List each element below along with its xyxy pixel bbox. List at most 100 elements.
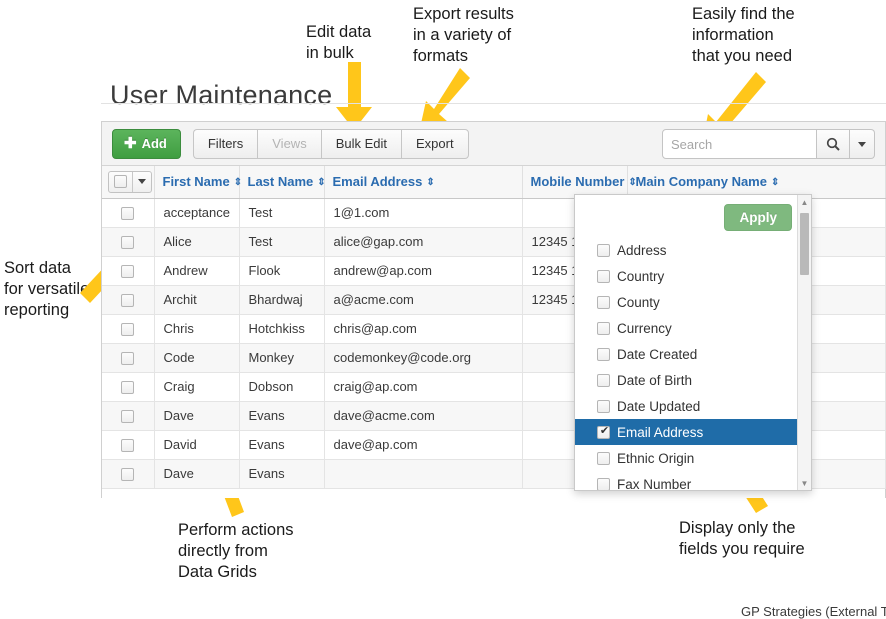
cell-first_name: Alice — [154, 227, 239, 256]
title-divider — [101, 103, 886, 104]
filters-button[interactable]: Filters — [193, 129, 257, 159]
grid-toolbar: ✚ Add Filters Views Bulk Edit Export — [102, 122, 885, 166]
row-select-cell[interactable] — [102, 285, 154, 314]
row-select-cell[interactable] — [102, 430, 154, 459]
column-header-label: Email Address — [333, 174, 423, 189]
cell-last_name: Evans — [239, 430, 324, 459]
row-select-cell[interactable] — [102, 372, 154, 401]
row-select-cell[interactable] — [102, 401, 154, 430]
chevron-down-icon — [138, 179, 146, 184]
row-select-cell[interactable] — [102, 256, 154, 285]
select-all-checkbox[interactable] — [114, 175, 127, 188]
row-checkbox[interactable] — [121, 207, 134, 220]
search-options-button[interactable] — [850, 129, 875, 159]
row-select-cell[interactable] — [102, 459, 154, 488]
cell-last_name: Test — [239, 198, 324, 227]
field-option[interactable]: County — [575, 289, 797, 315]
row-select-cell[interactable] — [102, 314, 154, 343]
sort-icon[interactable]: ⇕ — [771, 178, 779, 188]
row-select-cell[interactable] — [102, 227, 154, 256]
field-checkbox[interactable] — [597, 348, 610, 361]
column-header-label: Main Company Name — [636, 174, 767, 189]
cell-last_name: Test — [239, 227, 324, 256]
export-button[interactable]: Export — [401, 129, 469, 159]
annotation-rows: Perform actions directly from Data Grids — [178, 520, 294, 583]
field-option[interactable]: Fax Number — [575, 471, 797, 490]
sort-icon[interactable]: ⇕ — [234, 178, 242, 188]
field-option[interactable]: Ethnic Origin — [575, 445, 797, 471]
row-checkbox[interactable] — [121, 236, 134, 249]
field-option[interactable]: Date Updated — [575, 393, 797, 419]
field-option[interactable]: Address — [575, 237, 797, 263]
search-group — [662, 129, 875, 159]
column-header-last-name[interactable]: Last Name⇕ — [239, 166, 324, 198]
row-checkbox[interactable] — [121, 439, 134, 452]
chevron-down-icon — [858, 142, 866, 147]
annotation-fields: Display only the fields you require — [679, 518, 805, 560]
field-option-label: County — [617, 295, 660, 310]
scroll-up-icon[interactable]: ▲ — [798, 195, 811, 209]
column-header-first-name[interactable]: First Name⇕ — [154, 166, 239, 198]
search-button[interactable] — [817, 129, 850, 159]
select-all-header — [102, 166, 154, 198]
cell-email: codemonkey@code.org — [324, 343, 522, 372]
scroll-down-icon[interactable]: ▼ — [798, 476, 811, 490]
apply-button[interactable]: Apply — [724, 204, 792, 231]
cell-email: andrew@ap.com — [324, 256, 522, 285]
field-option[interactable]: Country — [575, 263, 797, 289]
search-icon — [826, 137, 840, 151]
field-chooser-scrollbar[interactable]: ▲ ▼ — [797, 195, 811, 490]
search-input[interactable] — [662, 129, 817, 159]
field-option-label: Address — [617, 243, 667, 258]
field-chooser-dropdown: Apply Address Country County CurrencyDate C… — [574, 194, 812, 491]
row-checkbox[interactable] — [121, 294, 134, 307]
cell-first_name: David — [154, 430, 239, 459]
cell-first_name: Archit — [154, 285, 239, 314]
field-option-label: Country — [617, 269, 664, 284]
scrollbar-thumb[interactable] — [800, 213, 809, 275]
views-button[interactable]: Views — [257, 129, 320, 159]
cell-first_name: Andrew — [154, 256, 239, 285]
field-checkbox[interactable] — [597, 374, 610, 387]
cell-first_name: Dave — [154, 401, 239, 430]
field-checkbox[interactable] — [597, 478, 610, 491]
sort-icon[interactable]: ⇕ — [426, 178, 434, 188]
cell-email: 1@1.com — [324, 198, 522, 227]
field-option[interactable]: Email Address — [575, 419, 797, 445]
row-select-cell[interactable] — [102, 343, 154, 372]
row-checkbox[interactable] — [121, 323, 134, 336]
bulk-edit-button[interactable]: Bulk Edit — [321, 129, 401, 159]
add-button[interactable]: ✚ Add — [112, 129, 181, 159]
toolbar-button-group: Filters Views Bulk Edit Export — [193, 129, 469, 159]
row-checkbox[interactable] — [121, 410, 134, 423]
field-checkbox[interactable] — [597, 322, 610, 335]
sort-icon[interactable]: ⇕ — [628, 178, 636, 188]
field-option[interactable]: Date of Birth — [575, 367, 797, 393]
field-checkbox[interactable] — [597, 400, 610, 413]
add-button-label: Add — [142, 136, 167, 151]
field-checkbox[interactable] — [597, 244, 610, 257]
field-option-label: Email Address — [617, 425, 703, 440]
column-header-email-address[interactable]: Email Address⇕ — [324, 166, 522, 198]
field-checkbox[interactable] — [597, 426, 610, 439]
select-all-control[interactable] — [108, 171, 152, 193]
field-checkbox[interactable] — [597, 296, 610, 309]
cell-last_name: Monkey — [239, 343, 324, 372]
select-all-checkbox-seg[interactable] — [109, 172, 132, 192]
field-option[interactable]: Date Created — [575, 341, 797, 367]
sort-icon[interactable]: ⇕ — [317, 178, 325, 188]
row-select-cell[interactable] — [102, 198, 154, 227]
annotation-export: Export results in a variety of formats — [413, 4, 514, 67]
row-checkbox[interactable] — [121, 352, 134, 365]
select-menu-seg[interactable] — [132, 172, 151, 192]
column-header-label: Mobile Number — [531, 174, 625, 189]
field-option[interactable]: Currency — [575, 315, 797, 341]
row-checkbox[interactable] — [121, 381, 134, 394]
cell-last_name: Flook — [239, 256, 324, 285]
field-checkbox[interactable] — [597, 452, 610, 465]
row-checkbox[interactable] — [121, 468, 134, 481]
annotation-search: Easily find the information that you nee… — [692, 4, 795, 67]
row-checkbox[interactable] — [121, 265, 134, 278]
field-checkbox[interactable] — [597, 270, 610, 283]
cell-email — [324, 459, 522, 488]
